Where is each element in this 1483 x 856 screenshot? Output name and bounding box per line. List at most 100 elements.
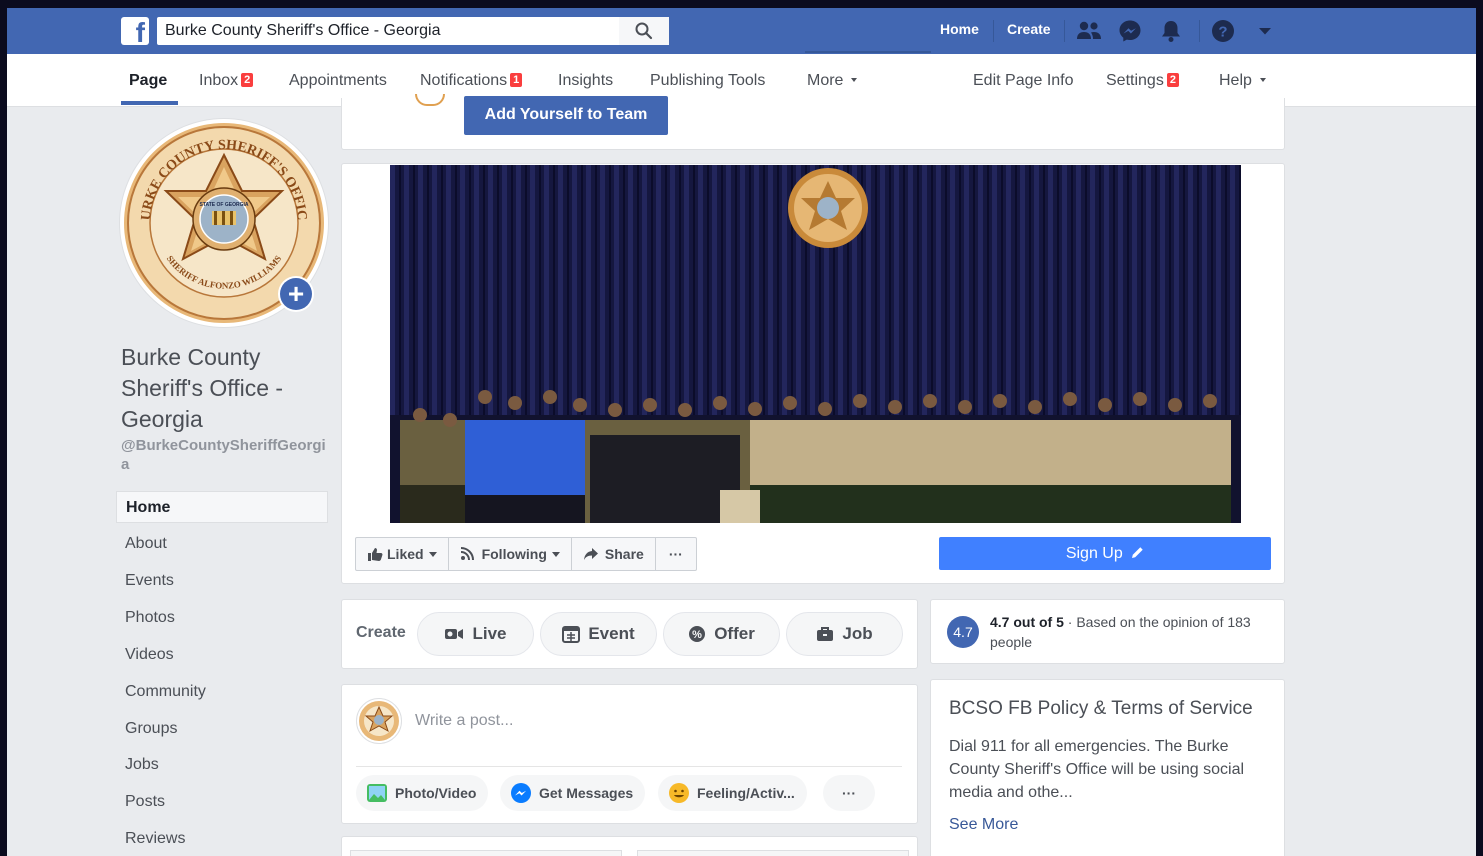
live-video-icon bbox=[445, 629, 464, 639]
briefcase-icon bbox=[817, 627, 834, 641]
see-more-link[interactable]: See More bbox=[949, 816, 1018, 834]
next-card-tab[interactable] bbox=[637, 850, 909, 856]
offer-tag-icon: % bbox=[689, 626, 706, 642]
feeling-activity-label: Feeling/Activ... bbox=[697, 785, 795, 801]
share-label: Share bbox=[604, 546, 644, 562]
account-menu-caret-icon[interactable] bbox=[1252, 18, 1278, 44]
left-nav-reviews[interactable]: Reviews bbox=[116, 823, 328, 855]
cover-photo[interactable] bbox=[390, 165, 1241, 523]
nav-divider bbox=[993, 20, 994, 42]
create-job-label: Job bbox=[842, 624, 873, 643]
create-label: Create bbox=[356, 624, 406, 641]
svg-text:?: ? bbox=[1218, 24, 1227, 41]
get-messages-button[interactable]: Get Messages bbox=[500, 775, 646, 811]
tab-help-label: Help bbox=[1219, 72, 1252, 89]
rss-feed-icon bbox=[460, 547, 474, 561]
home-active-underline bbox=[805, 51, 931, 53]
chevron-down-icon bbox=[428, 551, 437, 557]
pencil-edit-icon bbox=[1132, 547, 1143, 558]
chevron-down-icon bbox=[551, 551, 560, 557]
tab-help[interactable]: Help bbox=[1219, 72, 1266, 90]
share-button[interactable]: Share bbox=[572, 538, 656, 570]
notifications-bell-icon[interactable] bbox=[1158, 18, 1184, 44]
create-live-label: Live bbox=[472, 624, 507, 643]
photo-video-button[interactable]: Photo/Video bbox=[356, 775, 489, 811]
following-button[interactable]: Following bbox=[449, 538, 572, 570]
liked-button[interactable]: Liked bbox=[356, 538, 449, 570]
tab-inbox-label: Inbox bbox=[199, 72, 239, 89]
plus-icon: + bbox=[280, 278, 312, 310]
sign-up-button[interactable]: Sign Up bbox=[939, 537, 1271, 570]
share-arrow-icon bbox=[583, 548, 598, 560]
left-nav-community[interactable]: Community bbox=[116, 676, 328, 708]
smiley-icon bbox=[669, 783, 689, 803]
photo-icon bbox=[367, 784, 387, 802]
tab-notifications[interactable]: Notifications 1 bbox=[420, 72, 523, 90]
tab-inbox[interactable]: Inbox 2 bbox=[199, 72, 254, 90]
tab-page[interactable]: Page bbox=[129, 72, 167, 90]
rating-summary[interactable]: 4.7 out of 5 · Based on the opinion of 1… bbox=[990, 612, 1260, 652]
more-options-button[interactable]: ··· bbox=[656, 538, 696, 570]
create-event-button[interactable]: Event bbox=[540, 612, 657, 656]
thumbs-up-icon bbox=[368, 548, 383, 561]
messenger-icon[interactable] bbox=[1117, 18, 1143, 44]
rating-summary-score: 4.7 out of 5 bbox=[990, 614, 1064, 630]
create-job-button[interactable]: Job bbox=[786, 612, 903, 656]
get-messages-label: Get Messages bbox=[539, 785, 634, 801]
composer-page-avatar bbox=[356, 698, 402, 744]
help-icon[interactable]: ? bbox=[1210, 18, 1236, 44]
tab-active-indicator bbox=[121, 101, 178, 105]
search-box bbox=[157, 17, 669, 45]
chevron-down-icon bbox=[851, 78, 858, 82]
settings-count-badge: 2 bbox=[1166, 73, 1179, 87]
notifications-count-badge: 1 bbox=[510, 73, 523, 87]
rating-score-badge: 4.7 bbox=[947, 616, 979, 648]
create-offer-button[interactable]: % Offer bbox=[663, 612, 780, 656]
left-nav-jobs[interactable]: Jobs bbox=[116, 749, 328, 781]
add-yourself-to-team-button[interactable]: Add Yourself to Team bbox=[464, 96, 668, 135]
search-input[interactable] bbox=[165, 17, 605, 45]
photo-video-label: Photo/Video bbox=[395, 785, 477, 801]
search-button[interactable] bbox=[619, 17, 669, 45]
tab-more-label: More bbox=[807, 72, 844, 89]
policy-title: BCSO FB Policy & Terms of Service bbox=[949, 698, 1253, 719]
tab-settings[interactable]: Settings 2 bbox=[1106, 72, 1179, 90]
left-nav-photos[interactable]: Photos bbox=[116, 602, 328, 634]
tab-appointments[interactable]: Appointments bbox=[289, 72, 387, 90]
tab-notifications-label: Notifications bbox=[420, 72, 508, 89]
page-action-buttons: Liked Following Share ··· bbox=[355, 537, 697, 571]
svg-text:STATE OF GEORGIA: STATE OF GEORGIA bbox=[200, 202, 249, 208]
left-nav-about[interactable]: About bbox=[116, 528, 328, 560]
left-nav-groups[interactable]: Groups bbox=[116, 713, 328, 745]
next-card-tab[interactable] bbox=[350, 850, 622, 856]
group-photo-image bbox=[390, 165, 1241, 523]
composer-divider bbox=[356, 766, 902, 767]
left-nav-events[interactable]: Events bbox=[116, 565, 328, 597]
tab-more[interactable]: More bbox=[807, 72, 858, 90]
create-live-button[interactable]: Live bbox=[417, 612, 534, 656]
tab-publishing-tools[interactable]: Publishing Tools bbox=[650, 72, 765, 90]
feeling-activity-button[interactable]: Feeling/Activ... bbox=[658, 775, 807, 811]
liked-label: Liked bbox=[387, 546, 424, 562]
chevron-down-icon bbox=[1259, 78, 1266, 82]
write-post-input[interactable]: Write a post... bbox=[415, 712, 513, 730]
page-username[interactable]: @BurkeCountySheriffGeorgia bbox=[121, 436, 331, 474]
left-nav-videos[interactable]: Videos bbox=[116, 639, 328, 671]
messenger-icon bbox=[511, 783, 531, 803]
following-label: Following bbox=[481, 546, 547, 562]
tab-insights[interactable]: Insights bbox=[558, 72, 613, 90]
friends-icon[interactable] bbox=[1076, 18, 1102, 44]
top-nav-create[interactable]: Create bbox=[1007, 21, 1051, 37]
left-nav-home[interactable]: Home bbox=[116, 491, 328, 523]
top-nav-home[interactable]: Home bbox=[940, 21, 979, 37]
facebook-logo-icon[interactable]: f bbox=[121, 17, 149, 47]
left-nav-posts[interactable]: Posts bbox=[116, 786, 328, 818]
nav-divider bbox=[1064, 20, 1065, 42]
tab-settings-label: Settings bbox=[1106, 72, 1164, 89]
create-offer-label: Offer bbox=[714, 624, 755, 643]
composer-more-button[interactable]: ··· bbox=[823, 775, 875, 811]
tab-edit-page-info[interactable]: Edit Page Info bbox=[973, 72, 1074, 90]
calendar-icon bbox=[562, 626, 581, 643]
create-event-label: Event bbox=[588, 624, 635, 643]
update-profile-photo-button[interactable]: + bbox=[278, 276, 314, 312]
